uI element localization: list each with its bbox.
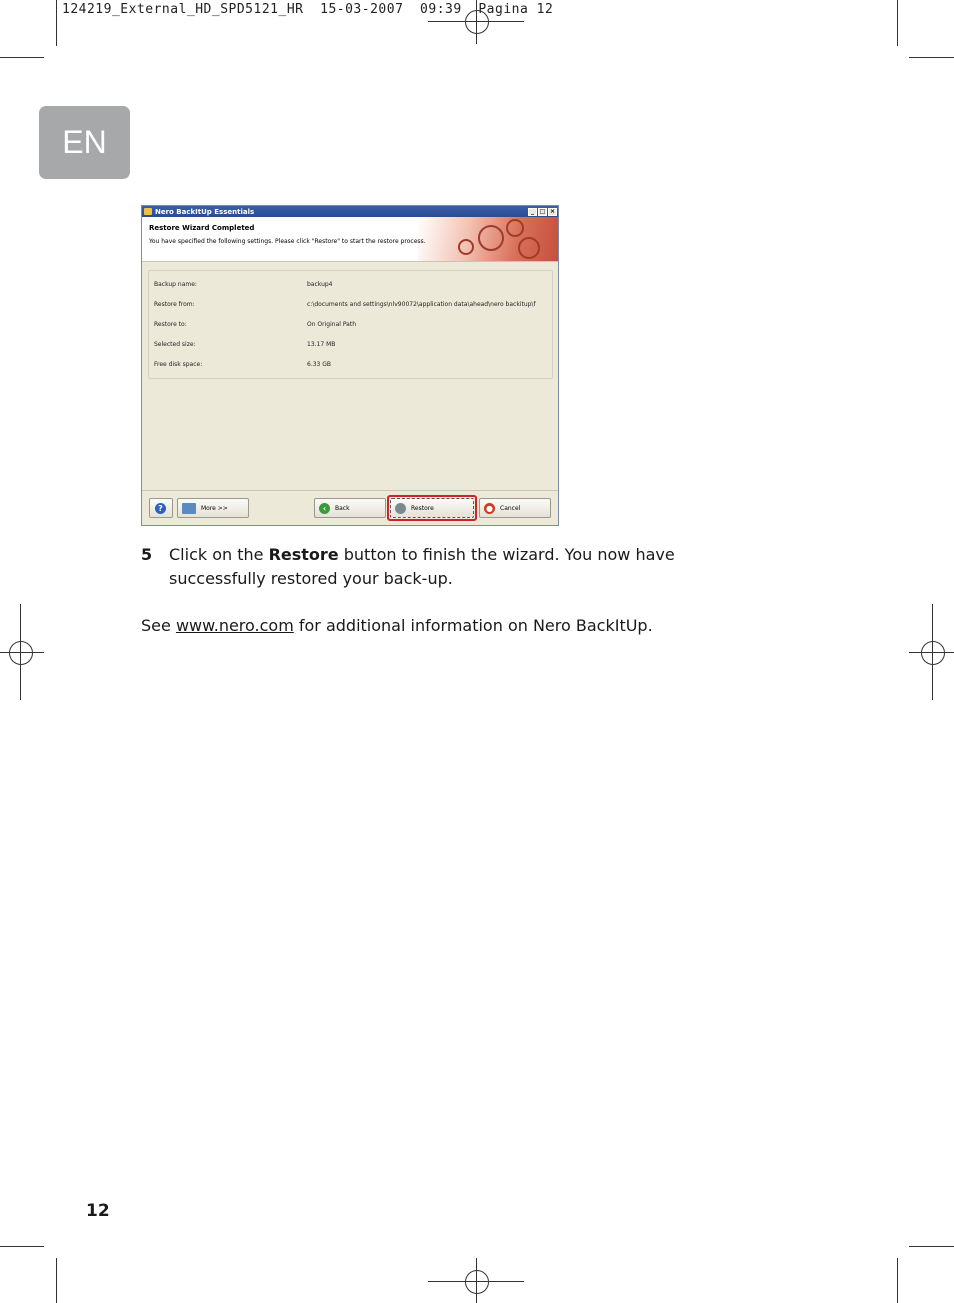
- back-arrow-icon: ‹: [319, 502, 330, 514]
- header-gears-art: [418, 217, 558, 261]
- setting-value: 6.33 GB: [307, 361, 332, 368]
- setting-label: Restore to:: [154, 321, 187, 328]
- crop-mark: [56, 0, 57, 46]
- picture-icon: [182, 502, 196, 514]
- back-button-label: Back: [335, 504, 350, 512]
- wizard-header: Restore Wizard Completed You have specif…: [142, 217, 558, 262]
- registration-circle: [9, 641, 33, 665]
- window-titlebar: Nero BackItUp Essentials _ □ ×: [142, 206, 558, 217]
- crop-mark: [0, 57, 44, 58]
- step-text: Click on the Restore button to finish th…: [169, 543, 769, 591]
- setting-label: Free disk space:: [154, 361, 203, 368]
- cancel-icon: ●: [484, 502, 495, 514]
- more-button[interactable]: More >>: [177, 498, 249, 518]
- see-after: for additional information on Nero BackI…: [293, 616, 653, 635]
- gear-icon: [458, 239, 474, 255]
- maximize-icon[interactable]: □: [538, 207, 547, 216]
- button-bar: [142, 490, 558, 491]
- app-icon: [144, 208, 152, 215]
- registration-circle: [465, 1270, 489, 1294]
- settings-panel: Backup name: backup4 Restore from: c:\do…: [148, 270, 553, 379]
- see-more-line: See www.nero.com for additional informat…: [141, 614, 653, 638]
- crop-mark: [56, 1258, 57, 1303]
- wizard-title: Restore Wizard Completed: [149, 224, 255, 232]
- restore-icon: [395, 502, 406, 514]
- help-button[interactable]: ?: [149, 498, 173, 518]
- crop-mark: [0, 1246, 44, 1247]
- cancel-button-label: Cancel: [500, 504, 521, 512]
- see-before: See: [141, 616, 176, 635]
- wizard-window: Nero BackItUp Essentials _ □ × Restore W…: [141, 205, 559, 526]
- page-number: 12: [86, 1201, 110, 1221]
- crop-mark: [897, 1258, 898, 1303]
- more-button-label: More >>: [201, 504, 228, 512]
- setting-value: c:\documents and settings\nlv90072\appli…: [307, 301, 536, 308]
- back-button[interactable]: ‹ Back: [314, 498, 386, 518]
- registration-circle: [921, 641, 945, 665]
- setting-value: On Original Path: [307, 321, 356, 328]
- setting-label: Selected size:: [154, 341, 196, 348]
- restore-button-label: Restore: [411, 504, 434, 512]
- minimize-icon[interactable]: _: [528, 207, 537, 216]
- step-number: 5: [141, 545, 153, 564]
- gear-icon: [506, 219, 524, 237]
- language-tab: EN: [39, 106, 130, 179]
- setting-label: Restore from:: [154, 301, 195, 308]
- registration-circle: [465, 10, 489, 34]
- step-text-before: Click on the: [169, 545, 269, 564]
- setting-value: backup4: [307, 281, 333, 288]
- help-icon: ?: [155, 502, 166, 514]
- step-bold-restore: Restore: [268, 545, 339, 564]
- restore-button[interactable]: Restore: [390, 498, 474, 518]
- gear-icon: [478, 225, 504, 251]
- wizard-subtitle: You have specified the following setting…: [149, 238, 426, 245]
- crop-mark: [909, 1246, 954, 1247]
- nero-link[interactable]: www.nero.com: [176, 616, 294, 635]
- close-icon[interactable]: ×: [548, 207, 557, 216]
- window-title: Nero BackItUp Essentials: [155, 207, 255, 216]
- cancel-button[interactable]: ● Cancel: [479, 498, 551, 518]
- crop-mark: [897, 0, 898, 46]
- gear-icon: [518, 237, 540, 259]
- setting-label: Backup name:: [154, 281, 197, 288]
- setting-value: 13.17 MB: [307, 341, 336, 348]
- crop-mark: [909, 57, 954, 58]
